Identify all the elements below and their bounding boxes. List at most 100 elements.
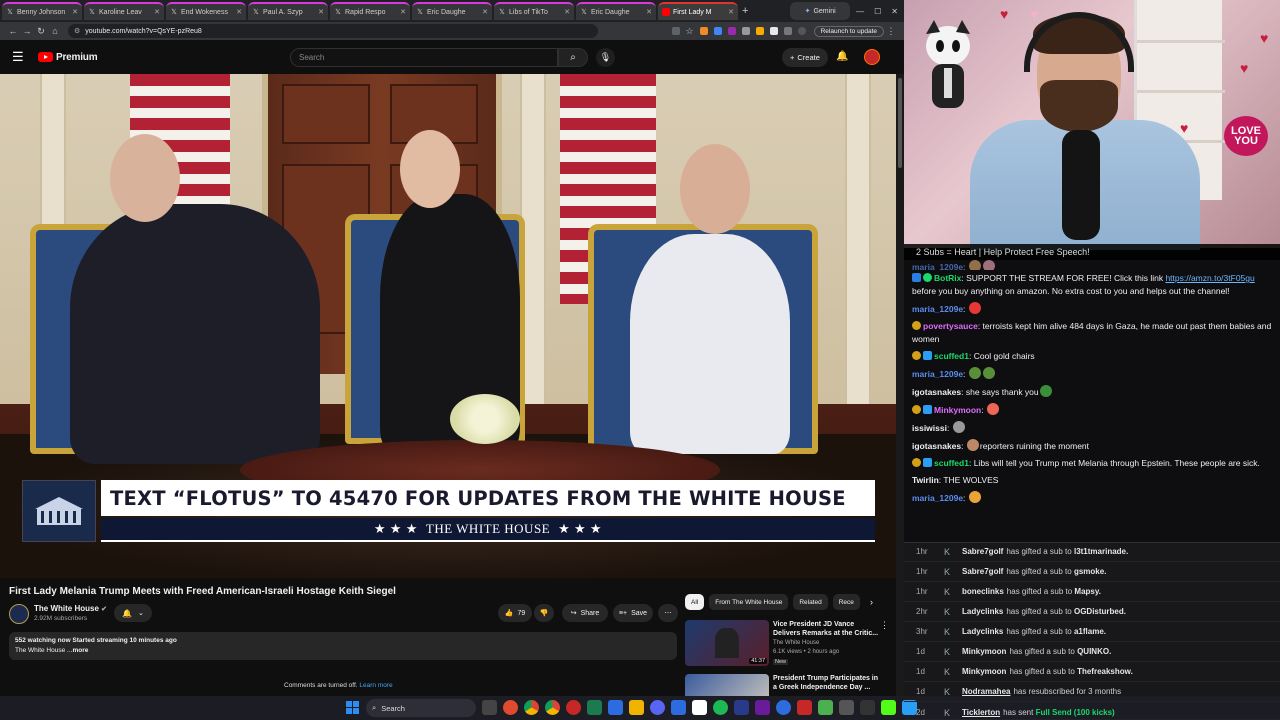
save-button[interactable]: ≡+ Save [613, 604, 653, 622]
chevron-right-icon[interactable]: › [870, 597, 873, 607]
create-button[interactable]: + Create [782, 48, 828, 67]
scrollbar-thumb[interactable] [898, 78, 902, 168]
extension-icon[interactable] [741, 27, 750, 35]
app-icon[interactable] [860, 700, 875, 715]
app-icon[interactable] [692, 700, 707, 715]
recommended-video[interactable]: 41:37 Vice President JD Vance Delivers R… [685, 620, 890, 668]
youtube-logo[interactable]: Premium [38, 52, 98, 63]
close-tab-icon[interactable]: ✕ [646, 8, 652, 16]
app-icon[interactable] [755, 700, 770, 715]
app-icon[interactable] [776, 700, 791, 715]
kick-icon[interactable] [881, 700, 896, 715]
browser-tab[interactable]: 𝕏 End Wokeness ✕ [166, 2, 246, 20]
app-icon[interactable] [503, 700, 518, 715]
close-tab-icon[interactable]: ✕ [318, 8, 324, 16]
hamburger-menu-icon[interactable]: ☰ [12, 49, 30, 65]
extension-icon[interactable] [671, 27, 680, 35]
extension-icon[interactable] [713, 27, 722, 35]
app-icon[interactable] [608, 700, 623, 715]
chat-username[interactable]: povertysauce [923, 321, 978, 331]
extension-icon[interactable] [769, 27, 778, 35]
close-tab-icon[interactable]: ✕ [400, 8, 406, 16]
app-icon[interactable] [734, 700, 749, 715]
chrome-icon[interactable] [545, 700, 560, 715]
subscription-bell-button[interactable]: 🔔 ⌄ [114, 604, 152, 622]
browser-tab[interactable]: 𝕏 Rapid Respo ✕ [330, 2, 410, 20]
browser-tab-active[interactable]: First Lady M ✕ [658, 2, 738, 20]
channel-name[interactable]: The White House ✔ [34, 604, 107, 613]
chat-username[interactable]: Minkymoon [934, 405, 981, 415]
event-user[interactable]: Ticklerton [962, 708, 1000, 717]
close-tab-icon[interactable]: ✕ [72, 8, 78, 16]
extension-icon[interactable] [699, 27, 708, 35]
app-icon[interactable] [797, 700, 812, 715]
video-thumbnail[interactable] [685, 674, 769, 696]
browser-tab[interactable]: 𝕏 Eric Daughe ✕ [412, 2, 492, 20]
chat-username[interactable]: maria_1209e [912, 304, 963, 314]
more-vert-icon[interactable]: ⋮ [880, 620, 889, 631]
chat-username[interactable]: Twirlin [912, 475, 939, 485]
forward-icon[interactable]: → [20, 26, 34, 36]
task-view-icon[interactable] [482, 700, 497, 715]
site-info-icon[interactable]: ⚙ [74, 27, 80, 35]
app-icon[interactable] [818, 700, 833, 715]
relaunch-button[interactable]: Relaunch to update [813, 25, 884, 37]
description-more-link[interactable]: more [72, 647, 88, 654]
close-tab-icon[interactable]: ✕ [236, 8, 242, 16]
chat-username[interactable]: maria_1209e [912, 369, 963, 379]
profile-icon[interactable] [797, 27, 806, 35]
event-user[interactable]: Minkymoon [962, 647, 1006, 656]
browser-tab[interactable]: 𝕏 Karoline Leav ✕ [84, 2, 164, 20]
app-icon[interactable] [629, 700, 644, 715]
learn-more-link[interactable]: Learn more [359, 682, 392, 689]
close-tab-icon[interactable]: ✕ [154, 8, 160, 16]
chip-from-channel[interactable]: From The White House [709, 594, 789, 610]
search-input[interactable]: Search [290, 48, 558, 67]
event-user[interactable]: Sabre7golf [962, 567, 1003, 576]
taskbar-search[interactable]: ⌕ Search [366, 699, 476, 717]
close-tab-icon[interactable]: ✕ [728, 8, 734, 16]
page-scrollbar[interactable] [896, 74, 904, 696]
app-icon[interactable] [566, 700, 581, 715]
chat-username[interactable]: BotRix [934, 273, 961, 283]
event-user[interactable]: Ladyclinks [962, 627, 1003, 636]
like-button[interactable]: 👍 79 [498, 604, 532, 622]
close-tab-icon[interactable]: ✕ [564, 8, 570, 16]
video-player[interactable]: TEXT “FLOTUS” TO 45470 FOR UPDATES FROM … [0, 74, 896, 578]
app-icon[interactable] [671, 700, 686, 715]
chat-username[interactable]: issiwissi [912, 423, 947, 433]
bookmark-star-icon[interactable]: ☆ [686, 26, 694, 37]
reload-icon[interactable]: ↻ [34, 26, 48, 37]
browser-tab[interactable]: 𝕏 Eric Daughe ✕ [576, 2, 656, 20]
chat-username[interactable]: igotasnakes [912, 441, 961, 451]
user-avatar[interactable] [864, 49, 880, 65]
chat-username[interactable]: igotasnakes [912, 387, 961, 397]
back-icon[interactable]: ← [6, 26, 20, 36]
gemini-tab[interactable]: ✦ Gemini [790, 2, 851, 20]
voice-search-button[interactable]: 🎙 [596, 48, 615, 67]
address-bar[interactable]: ⚙ youtube.com/watch?v=QsYE-pzReu8 [68, 24, 598, 38]
close-tab-icon[interactable]: ✕ [482, 8, 488, 16]
event-user[interactable]: Minkymoon [962, 667, 1006, 676]
video-thumbnail[interactable]: 41:37 [685, 620, 769, 666]
app-icon[interactable] [650, 700, 665, 715]
minimize-icon[interactable]: — [856, 7, 864, 16]
recommended-video[interactable]: President Trump Participates in a Greek … [685, 674, 890, 696]
extension-icon[interactable] [755, 27, 764, 35]
chip-related[interactable]: Related [793, 594, 828, 610]
chrome-icon[interactable] [524, 700, 539, 715]
chat-link[interactable]: https://amzn.to/3tF05gu [1165, 273, 1254, 283]
chat-username[interactable]: scuffed1 [934, 458, 969, 468]
browser-tab[interactable]: 𝕏 Paul A. Szyp ✕ [248, 2, 328, 20]
menu-dots-icon[interactable]: ⋮ [884, 26, 898, 37]
channel-avatar[interactable] [9, 604, 29, 624]
windows-start-icon[interactable] [346, 701, 359, 714]
home-icon[interactable]: ⌂ [48, 26, 62, 36]
event-user[interactable]: Sabre7golf [962, 547, 1003, 556]
new-tab-icon[interactable]: + [742, 5, 748, 17]
spotify-icon[interactable] [713, 700, 728, 715]
chat-username[interactable]: maria_1209e [912, 262, 963, 270]
puzzle-icon[interactable] [783, 27, 792, 35]
event-user[interactable]: Nodramahea [962, 687, 1010, 696]
chip-all[interactable]: All [685, 594, 705, 610]
